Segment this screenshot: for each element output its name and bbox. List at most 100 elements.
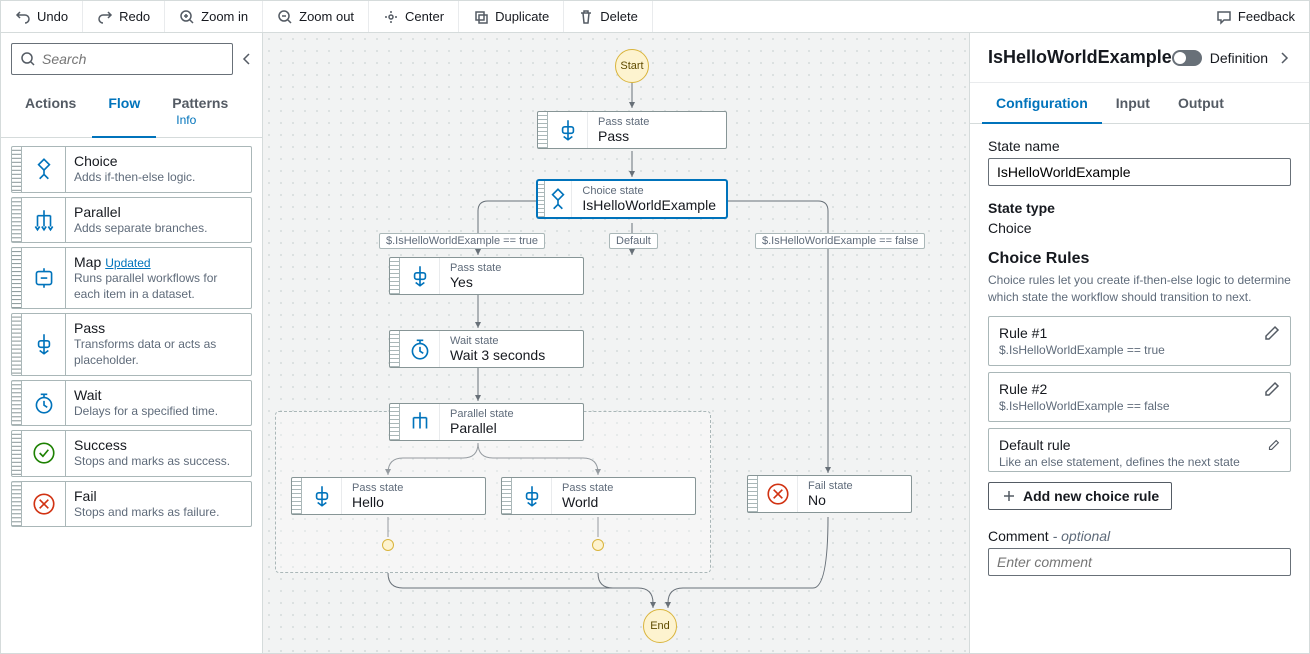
node-type-label: Pass state (450, 262, 573, 274)
flow-item-title: Parallel (74, 204, 243, 220)
insp-tab-output[interactable]: Output (1164, 83, 1238, 123)
flow-item-choice[interactable]: ChoiceAdds if-then-else logic. (11, 146, 252, 193)
fail-icon (31, 491, 57, 517)
flow-item-desc: Adds separate branches. (74, 221, 243, 237)
drag-handle[interactable] (12, 198, 22, 243)
drag-handle[interactable] (502, 478, 512, 514)
default-rule-card[interactable]: Default ruleLike an else statement, defi… (988, 428, 1291, 472)
tab-actions[interactable]: Actions (9, 85, 92, 137)
node-type-label: Fail state (808, 480, 901, 492)
edit-icon[interactable] (1264, 325, 1280, 341)
drag-handle[interactable] (390, 404, 400, 440)
plus-icon (1001, 488, 1017, 504)
branch-end-dot (592, 539, 604, 551)
search-input-wrapper[interactable] (11, 43, 233, 75)
state-name-input[interactable] (988, 158, 1291, 186)
drag-handle[interactable] (12, 314, 22, 374)
node-wait[interactable]: Wait stateWait 3 seconds (389, 330, 584, 368)
search-input[interactable] (42, 51, 224, 67)
state-type-value: Choice (988, 220, 1291, 236)
insp-tab-input[interactable]: Input (1102, 83, 1164, 123)
redo-button[interactable]: Redo (83, 1, 165, 32)
feedback-icon (1216, 9, 1232, 25)
parallel-icon (31, 207, 57, 233)
rule-sub: Like an else statement, defines the next… (999, 455, 1260, 472)
edit-icon[interactable] (1268, 437, 1280, 453)
tab-patterns[interactable]: Patterns Info (156, 85, 254, 137)
node-hello[interactable]: Pass stateHello (291, 477, 486, 515)
drag-handle[interactable] (12, 381, 22, 426)
flow-item-title: Choice (74, 153, 243, 169)
drag-handle[interactable] (292, 478, 302, 514)
add-choice-rule-button[interactable]: Add new choice rule (988, 482, 1172, 510)
flow-item-fail[interactable]: FailStops and marks as failure. (11, 481, 252, 528)
pass-icon (407, 263, 433, 289)
tab-info-link[interactable]: Info (176, 113, 196, 127)
sidebar-tabs: Actions Flow Patterns Info (1, 85, 262, 138)
center-button[interactable]: Center (369, 1, 459, 32)
flow-item-pass[interactable]: PassTransforms data or acts as placehold… (11, 313, 252, 375)
updated-badge: Updated (105, 256, 150, 270)
pass-icon (31, 331, 57, 357)
node-title: World (562, 494, 685, 510)
flow-item-map[interactable]: MapUpdatedRuns parallel workflows for ea… (11, 247, 252, 309)
node-title: Yes (450, 274, 573, 290)
flow-item-title: Pass (74, 320, 243, 336)
end-node[interactable]: End (643, 609, 677, 643)
drag-handle[interactable] (12, 482, 22, 527)
drag-handle[interactable] (12, 248, 22, 308)
node-pass[interactable]: Pass statePass (537, 111, 727, 149)
center-icon (383, 9, 399, 25)
flow-item-wait[interactable]: WaitDelays for a specified time. (11, 380, 252, 427)
state-type-label: State type (988, 200, 1291, 216)
map-icon (31, 265, 57, 291)
undo-label: Undo (37, 9, 68, 24)
drag-handle[interactable] (390, 331, 400, 367)
canvas[interactable]: Start Pass statePass Choice stateIsHello… (263, 33, 969, 653)
drag-handle[interactable] (538, 181, 545, 217)
duplicate-button[interactable]: Duplicate (459, 1, 564, 32)
drag-handle[interactable] (748, 476, 758, 512)
redo-label: Redo (119, 9, 150, 24)
fail-icon (765, 481, 791, 507)
flow-item-title: Wait (74, 387, 243, 403)
flow-item-parallel[interactable]: ParallelAdds separate branches. (11, 197, 252, 244)
rule-title: Rule #2 (999, 381, 1170, 397)
choice-icon (31, 156, 57, 182)
node-yes[interactable]: Pass stateYes (389, 257, 584, 295)
undo-icon (15, 9, 31, 25)
start-node[interactable]: Start (615, 49, 649, 83)
drag-handle[interactable] (12, 147, 22, 192)
feedback-label: Feedback (1238, 9, 1295, 24)
flow-item-title: Fail (74, 488, 243, 504)
drag-handle[interactable] (12, 431, 22, 476)
flow-item-title: Success (74, 437, 243, 453)
undo-button[interactable]: Undo (1, 1, 83, 32)
drag-handle[interactable] (538, 112, 548, 148)
delete-button[interactable]: Delete (564, 1, 653, 32)
chevron-right-icon[interactable] (1276, 50, 1292, 66)
zoom-out-icon (277, 9, 293, 25)
edit-icon[interactable] (1264, 381, 1280, 397)
zoom-out-button[interactable]: Zoom out (263, 1, 369, 32)
drag-handle[interactable] (390, 258, 400, 294)
feedback-button[interactable]: Feedback (1202, 9, 1309, 25)
chevron-left-icon (239, 51, 255, 67)
flow-item-desc: Stops and marks as success. (74, 454, 243, 470)
node-no[interactable]: Fail stateNo (747, 475, 912, 513)
rule-card[interactable]: Rule #1$.IsHelloWorldExample == true (988, 316, 1291, 366)
tab-flow[interactable]: Flow (92, 85, 156, 137)
node-choice[interactable]: Choice stateIsHelloWorldExample (537, 180, 727, 218)
collapse-sidebar-button[interactable] (237, 47, 256, 71)
rule-card[interactable]: Rule #2$.IsHelloWorldExample == false (988, 372, 1291, 422)
insp-tab-config[interactable]: Configuration (982, 83, 1102, 123)
definition-toggle[interactable] (1172, 50, 1202, 66)
edge-label-false: $.IsHelloWorldExample == false (755, 233, 925, 249)
flow-item-success[interactable]: SuccessStops and marks as success. (11, 430, 252, 477)
zoom-in-button[interactable]: Zoom in (165, 1, 263, 32)
node-parallel[interactable]: Parallel stateParallel (389, 403, 584, 441)
pass-icon (519, 483, 545, 509)
node-world[interactable]: Pass stateWorld (501, 477, 696, 515)
flow-item-desc: Transforms data or acts as placeholder. (74, 337, 243, 368)
comment-input[interactable] (988, 548, 1291, 576)
